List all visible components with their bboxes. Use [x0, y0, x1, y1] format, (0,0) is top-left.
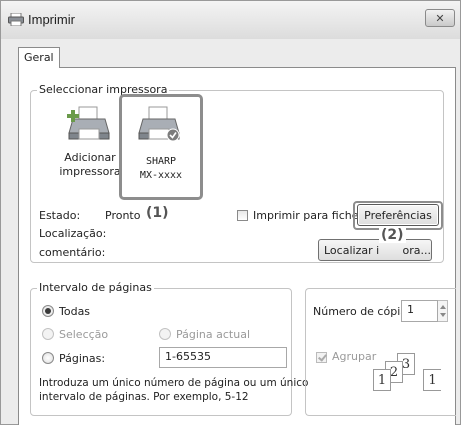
page-range-group-label: Intervalo de páginas: [37, 281, 154, 294]
collate-page-1: 1: [373, 369, 391, 391]
printer-add-icon: [67, 106, 110, 140]
title-bar: Imprimir ✕: [1, 1, 460, 39]
printer-item-add-label-1: Adicionar: [64, 151, 116, 164]
annotation-1: (1): [146, 205, 169, 221]
collate-checkbox[interactable]: [316, 352, 327, 363]
copies-spinner[interactable]: [438, 300, 448, 322]
collate-label: Agrupar: [332, 350, 377, 363]
preferences-button[interactable]: Preferências: [357, 204, 439, 226]
printer-item-add[interactable]: Adicionar impressora: [55, 101, 125, 193]
close-icon: ✕: [435, 11, 445, 25]
radio-all-label: Todas: [59, 305, 91, 318]
tab-general[interactable]: Geral: [18, 47, 60, 68]
radio-all[interactable]: [42, 305, 54, 317]
annotation-2: (2): [379, 227, 406, 243]
collate-page-1b: 1: [423, 369, 441, 391]
annotation-outline-printer: [119, 94, 203, 200]
close-button[interactable]: ✕: [425, 9, 455, 27]
comment-label: comentário:: [39, 246, 106, 259]
radio-pages-label: Páginas:: [59, 352, 106, 365]
page-range-hint-line-2: intervalo de páginas. Por exemplo, 5-12: [39, 391, 249, 403]
print-dialog: Imprimir ✕ Geral Seleccionar impressora …: [0, 0, 461, 425]
find-printer-button[interactable]: Localizar i ora...: [318, 239, 432, 261]
radio-current-page-label: Página actual: [176, 328, 250, 341]
radio-selection[interactable]: [42, 328, 54, 340]
radio-pages[interactable]: [42, 352, 54, 364]
collate-illustration: 3 2 1 1: [373, 353, 443, 403]
pages-input[interactable]: 1-65535: [159, 347, 287, 368]
printer-item-add-label-2: impressora: [59, 165, 121, 178]
printer-icon: [8, 13, 24, 26]
page-range-hint-line-1: Introduza um único número de página ou u…: [39, 377, 309, 389]
location-label: Localização:: [39, 227, 107, 240]
status-label: Estado:: [39, 209, 81, 222]
print-to-file-checkbox[interactable]: [237, 210, 248, 221]
find-printer-button-label-tail: ora...: [402, 243, 431, 257]
window-title: Imprimir: [28, 12, 75, 27]
find-printer-button-label: Localizar i: [324, 243, 380, 257]
radio-current-page[interactable]: [159, 328, 171, 340]
status-value: Pronto: [105, 209, 141, 222]
radio-selection-label: Selecção: [59, 328, 109, 341]
copies-input[interactable]: 1: [401, 300, 438, 322]
